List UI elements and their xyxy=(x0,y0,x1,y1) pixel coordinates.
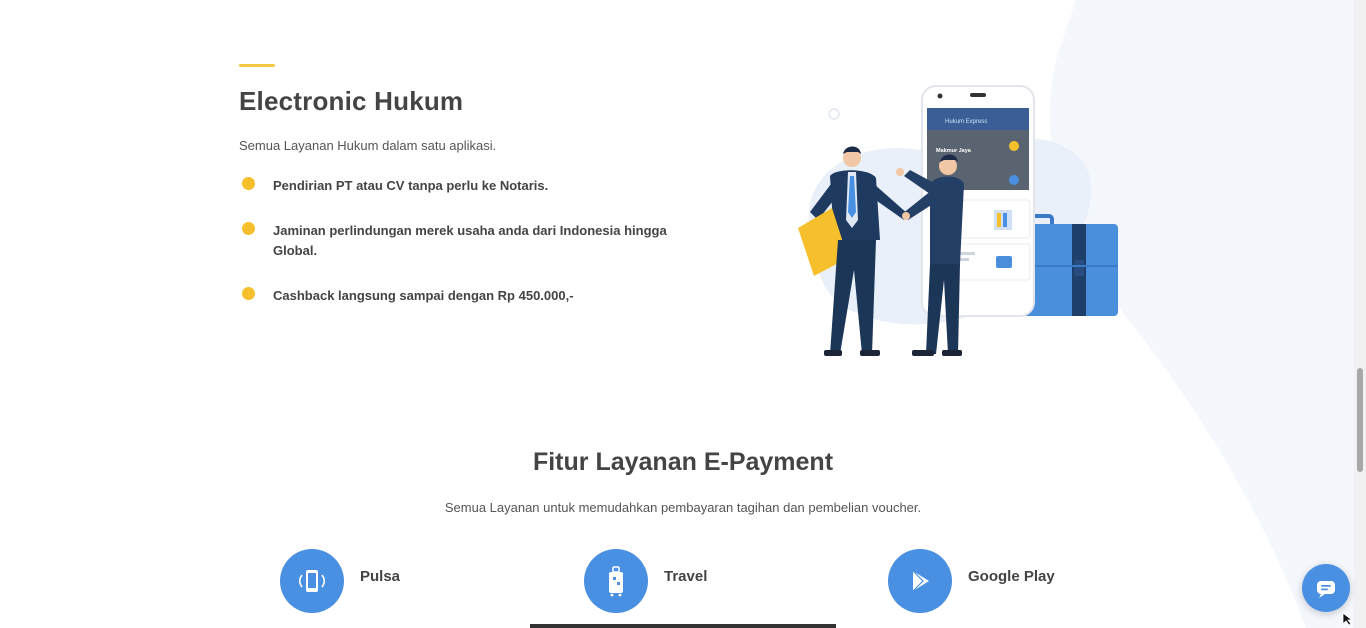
svg-text:Makmur Jaya: Makmur Jaya xyxy=(936,148,972,154)
section-subtitle: Semua Layanan Hukum dalam satu aplikasi. xyxy=(239,138,497,153)
chat-bubble-icon xyxy=(1317,581,1335,598)
phone-signal-icon xyxy=(280,549,344,613)
section-title: Electronic Hukum xyxy=(239,86,464,116)
handshake-illustration: Hukum Express Makmur Jaya xyxy=(790,80,1130,365)
tab-label: Google Play xyxy=(968,568,1055,585)
feature-item: Jaminan perlindungan merek usaha anda da… xyxy=(239,221,699,261)
svg-text:Hukum Express: Hukum Express xyxy=(945,119,987,125)
bullet-dot-icon xyxy=(242,287,255,300)
hukum-section: Electronic Hukum Semua Layanan Hukum dal… xyxy=(239,0,699,380)
feature-list: Pendirian PT atau CV tanpa perlu ke Nota… xyxy=(239,176,699,331)
feature-item: Cashback langsung sampai dengan Rp 450.0… xyxy=(239,286,699,306)
feature-text: Jaminan perlindungan merek usaha anda da… xyxy=(273,223,667,258)
section-subtitle: Semua Layanan untuk memudahkan pembayara… xyxy=(444,500,922,515)
chat-button[interactable] xyxy=(1302,564,1350,612)
play-store-icon xyxy=(888,549,952,613)
cursor-icon xyxy=(1342,612,1354,626)
bullet-dot-icon xyxy=(242,177,255,190)
section-title: Fitur Layanan E-Payment xyxy=(532,448,834,476)
bullet-dot-icon xyxy=(242,222,255,235)
active-tab-indicator xyxy=(530,624,836,628)
luggage-icon xyxy=(584,549,648,613)
title-accent-line xyxy=(239,64,275,67)
tab-label: Pulsa xyxy=(360,568,401,585)
tab-label: Travel xyxy=(664,568,708,585)
feature-text: Pendirian PT atau CV tanpa perlu ke Nota… xyxy=(273,178,549,193)
feature-item: Pendirian PT atau CV tanpa perlu ke Nota… xyxy=(239,176,699,196)
page-scrollbar[interactable] xyxy=(1354,0,1366,628)
feature-text: Cashback langsung sampai dengan Rp 450.0… xyxy=(273,288,574,303)
scrollbar-thumb[interactable] xyxy=(1357,368,1363,472)
